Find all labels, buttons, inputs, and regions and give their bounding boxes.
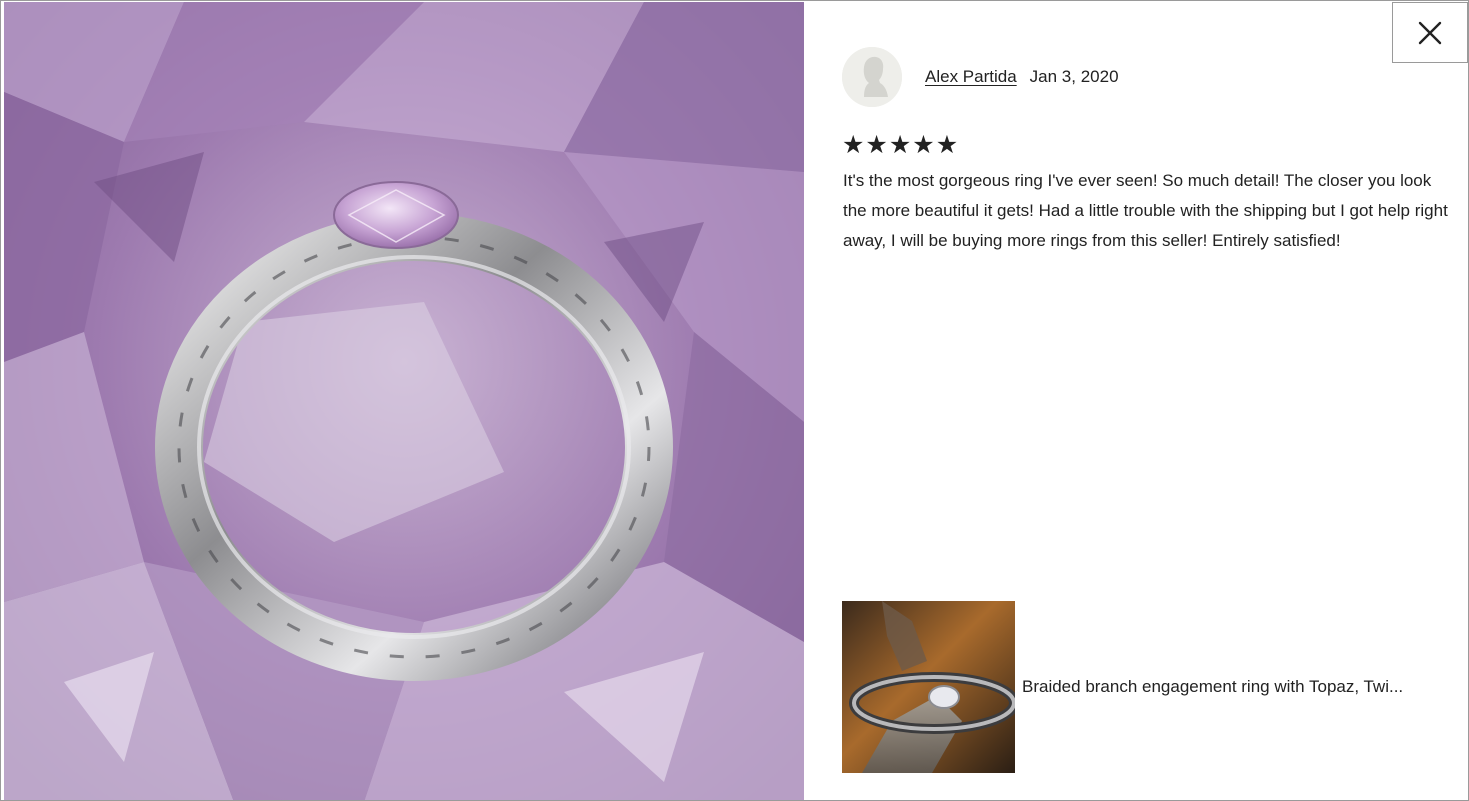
close-button[interactable]	[1392, 2, 1468, 63]
review-photo	[4, 2, 804, 800]
product-title[interactable]: Braided branch engagement ring with Topa…	[1022, 677, 1403, 697]
star-icon: ★	[865, 130, 888, 159]
product-thumbnail[interactable]	[842, 601, 1015, 773]
review-text: It's the most gorgeous ring I've ever se…	[843, 171, 1448, 250]
close-icon	[1418, 21, 1442, 44]
product-link[interactable]: Braided branch engagement ring with Topa…	[842, 601, 1452, 773]
reviewer-info: Alex Partida Jan 3, 2020	[842, 46, 1119, 108]
reviewer-name-link[interactable]: Alex Partida	[925, 67, 1017, 87]
star-icon: ★	[888, 130, 912, 159]
star-rating: ★ ★ ★ ★ ★	[842, 132, 958, 158]
star-icon: ★	[912, 130, 935, 159]
review-date: Jan 3, 2020	[1029, 67, 1119, 86]
user-silhouette-icon	[842, 47, 902, 107]
avatar[interactable]	[842, 47, 902, 107]
review-photo-modal: Alex Partida Jan 3, 2020 ★ ★ ★ ★ ★ It's …	[0, 0, 1469, 801]
star-icon: ★	[842, 130, 865, 159]
star-icon: ★	[935, 130, 959, 159]
